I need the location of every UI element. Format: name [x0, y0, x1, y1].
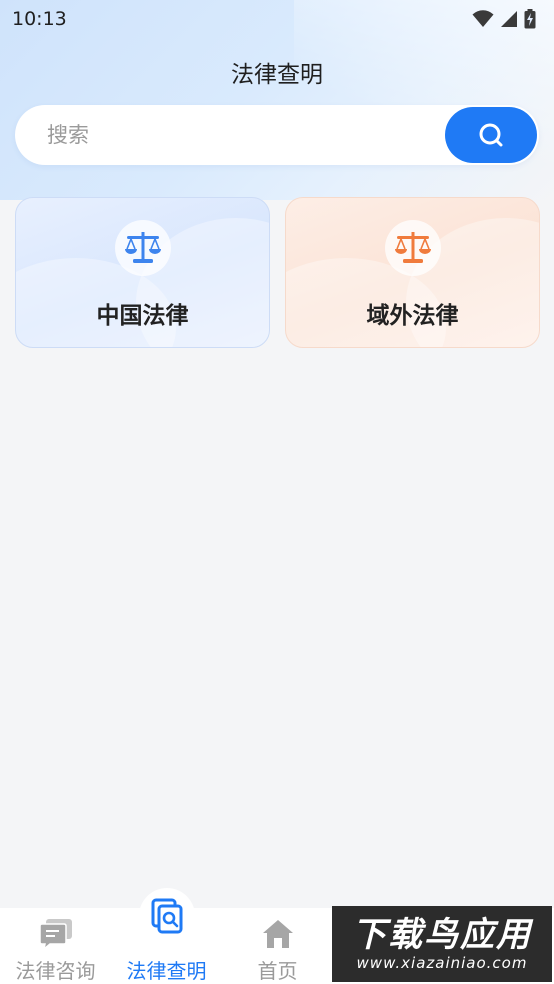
scales-icon — [124, 232, 161, 263]
search-icon — [479, 123, 503, 147]
tab-label: 法律咨询 — [15, 959, 96, 983]
search-bar — [15, 105, 539, 165]
page-title: 法律查明 — [231, 62, 323, 88]
scales-icon — [394, 232, 431, 263]
card-chinese-law[interactable]: 中国法律 — [15, 197, 270, 348]
search-input[interactable] — [15, 105, 445, 165]
active-tab-bubble — [138, 888, 195, 944]
card-label: 中国法律 — [96, 303, 189, 329]
signal-icon — [501, 11, 517, 27]
watermark-url: www.xiazainiao.com — [356, 954, 528, 972]
status-icons — [472, 9, 536, 29]
scales-icon-wrap — [384, 220, 441, 276]
document-search-icon — [151, 898, 182, 934]
tab-legal-consultation[interactable]: 法律咨询 — [0, 908, 111, 984]
chat-icon — [38, 918, 72, 951]
tab-label: 法律查明 — [126, 959, 207, 983]
card-label: 域外法律 — [366, 303, 459, 329]
tab-home[interactable]: 首页 — [222, 908, 333, 984]
search-button[interactable] — [445, 107, 537, 163]
watermark-logo: 下载鸟应用 www.xiazainiao.com — [332, 906, 552, 982]
status-time: 10:13 — [12, 8, 67, 30]
wifi-icon — [472, 10, 494, 27]
tab-legal-research[interactable]: 法律查明 — [111, 888, 222, 984]
tab-label: 首页 — [257, 959, 298, 983]
tab-icon — [38, 916, 74, 951]
scales-icon-wrap — [114, 220, 171, 276]
home-icon — [262, 919, 293, 948]
battery-icon — [524, 9, 536, 29]
tab-icon — [261, 916, 295, 951]
watermark-title: 下载鸟应用 — [352, 915, 532, 955]
card-foreign-law[interactable]: 域外法律 — [285, 197, 540, 348]
status-bar: 10:13 — [0, 0, 554, 38]
